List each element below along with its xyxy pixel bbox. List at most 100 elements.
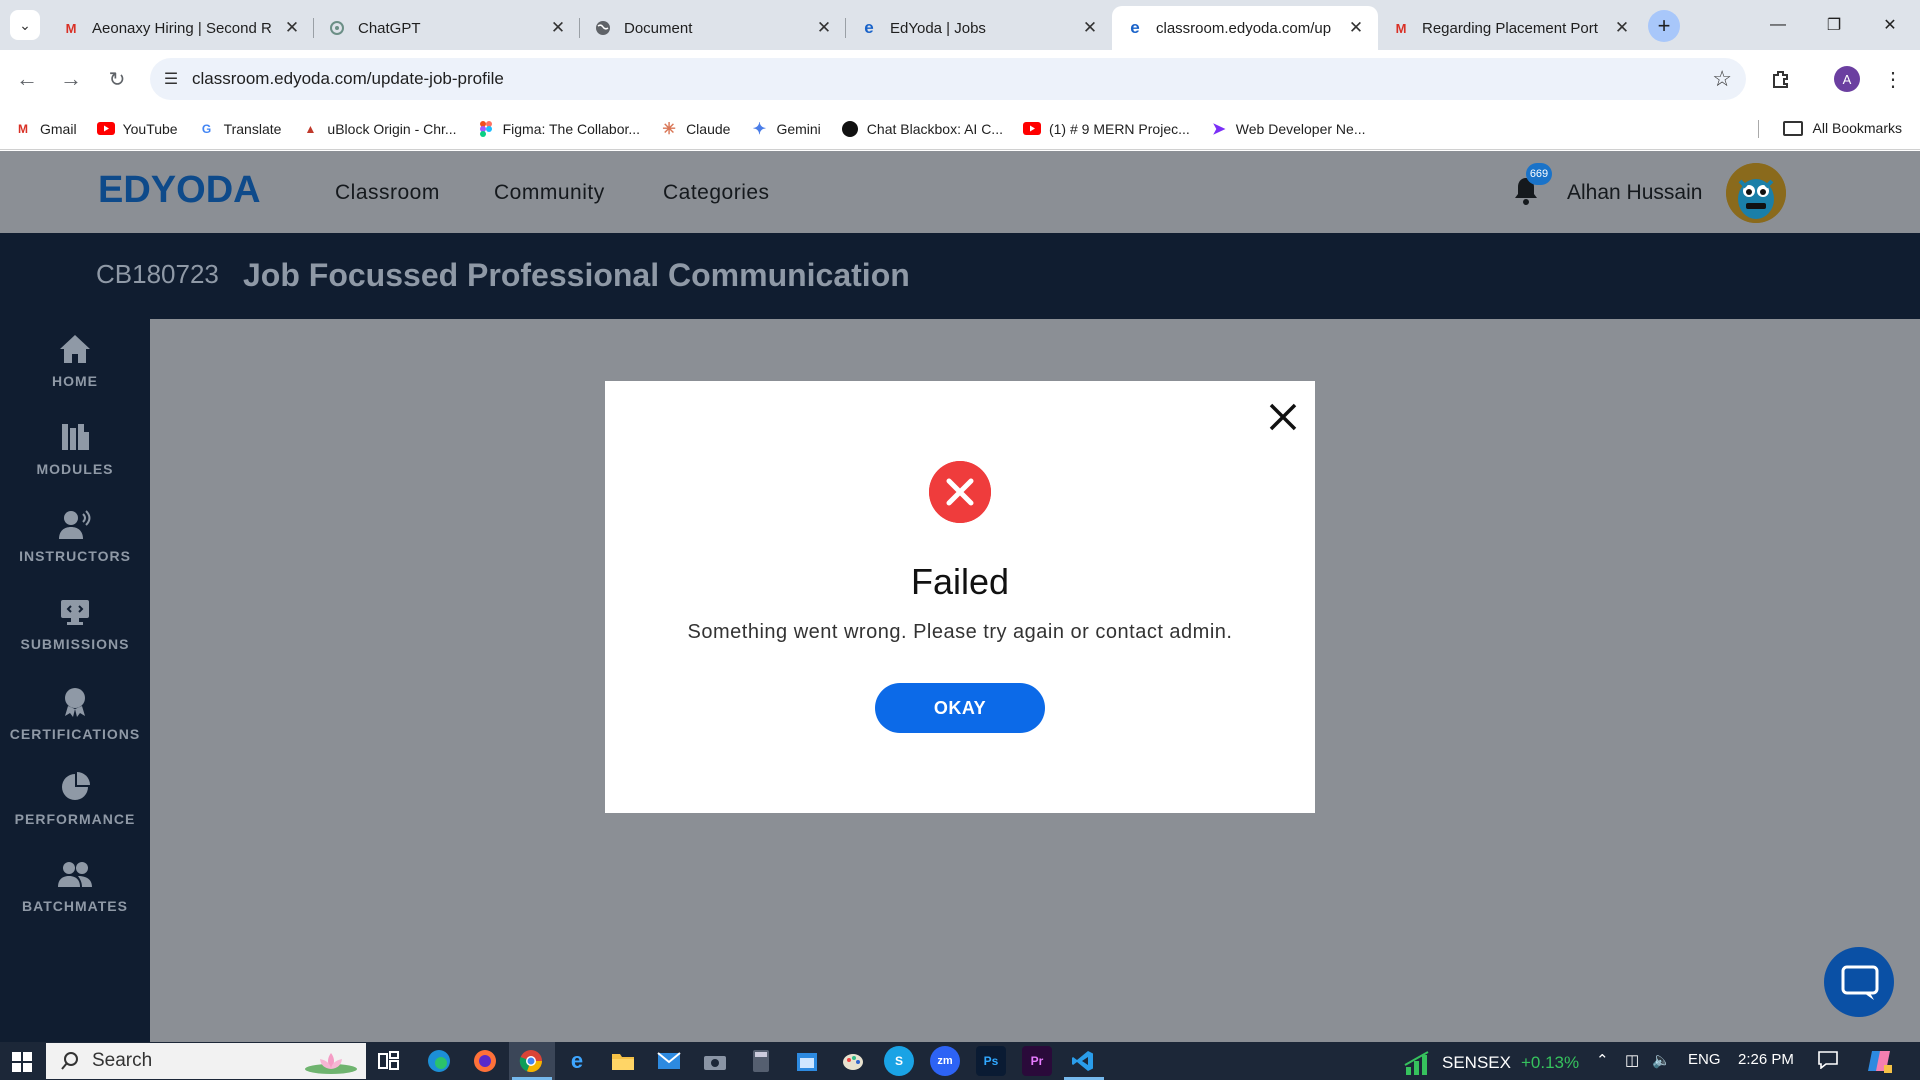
user-name[interactable]: Alhan Hussain [1567, 181, 1702, 205]
reload-icon[interactable]: ↻ [102, 64, 132, 94]
new-tab-button[interactable]: + [1648, 10, 1680, 42]
browser-tab[interactable]: e EdYoda | Jobs ✕ [846, 6, 1112, 50]
stock-ticker-widget[interactable]: SENSEX +0.13% [1404, 1051, 1579, 1075]
mail-icon[interactable] [654, 1046, 684, 1076]
bookmark-item[interactable]: ▲ uBlock Origin - Chr... [301, 121, 456, 137]
extensions-icon[interactable] [1766, 64, 1796, 94]
bookmark-item[interactable]: ✦ Gemini [750, 121, 821, 138]
folder-icon [1782, 120, 1803, 136]
sidebar-item-home[interactable]: HOME [0, 333, 150, 389]
taskbar-search[interactable]: Search [46, 1043, 366, 1079]
sidebar-item-certifications[interactable]: CERTIFICATIONS [0, 686, 150, 742]
copilot-icon[interactable] [1866, 1047, 1894, 1079]
okay-button[interactable]: OKAY [875, 683, 1045, 733]
site-logo[interactable]: EDYODA [98, 169, 261, 212]
windows-start-icon[interactable] [12, 1052, 32, 1072]
tray-chevron-icon[interactable]: ⌃ [1596, 1051, 1609, 1069]
calculator-icon[interactable] [746, 1046, 776, 1076]
bookmark-item[interactable]: Chat Blackbox: AI C... [841, 120, 1003, 137]
forward-arrow-icon[interactable]: → [56, 64, 86, 94]
profile-avatar[interactable]: A [1834, 66, 1860, 92]
bookmark-item[interactable]: G Translate [198, 121, 282, 137]
course-title: Job Focussed Professional Communication [243, 257, 910, 293]
menu-kebab-icon[interactable]: ⋮ [1878, 64, 1908, 94]
globe-icon [594, 19, 612, 37]
browser-tab-active[interactable]: e classroom.edyoda.com/up ✕ [1112, 6, 1378, 50]
nav-categories[interactable]: Categories [663, 181, 770, 205]
calendar-icon[interactable] [792, 1046, 822, 1076]
bookmark-label: (1) # 9 MERN Projec... [1048, 120, 1190, 137]
minimize-icon[interactable]: — [1750, 0, 1806, 50]
tab-close-icon[interactable]: ✕ [1346, 18, 1366, 38]
paint-icon[interactable] [838, 1046, 868, 1076]
nav-community[interactable]: Community [494, 181, 605, 205]
sidebar-item-performance[interactable]: PERFORMANCE [0, 771, 150, 827]
skype-icon[interactable]: S [884, 1046, 914, 1076]
address-bar[interactable]: ☰ classroom.edyoda.com/update-job-profil… [150, 58, 1746, 100]
photoshop-icon[interactable]: Ps [976, 1046, 1006, 1076]
bookmark-label: Translate [223, 120, 282, 137]
tab-close-icon[interactable]: ✕ [282, 18, 302, 38]
ie-icon[interactable]: e [562, 1046, 592, 1076]
clock-time[interactable]: 2:26 PM [1738, 1051, 1794, 1068]
course-header: CB180723 Job Focussed Professional Commu… [0, 233, 1920, 319]
browser-tab[interactable]: M Regarding Placement Port ✕ [1378, 6, 1644, 50]
battery-icon[interactable]: ◫ [1625, 1051, 1639, 1069]
all-bookmarks-button[interactable]: All Bookmarks [1782, 120, 1902, 136]
edyoda-icon: e [864, 18, 874, 37]
ticker-name: SENSEX [1442, 1053, 1511, 1072]
edyoda-icon: e [1130, 18, 1140, 37]
sidebar-item-modules[interactable]: MODULES [0, 421, 150, 477]
bookmark-item[interactable]: M Gmail [14, 121, 77, 137]
browser-tab[interactable]: M Aeonaxy Hiring | Second R ✕ [48, 6, 314, 50]
tab-title: classroom.edyoda.com/up [1156, 19, 1332, 37]
vscode-icon[interactable] [1068, 1046, 1098, 1076]
bookmark-item[interactable]: YouTube [96, 121, 178, 137]
zoom-icon[interactable]: zm [930, 1046, 960, 1076]
bookmark-star-icon[interactable]: ☆ [1712, 66, 1732, 92]
site-settings-icon[interactable]: ☰ [150, 69, 192, 89]
browser-tab[interactable]: ChatGPT ✕ [314, 6, 580, 50]
edge-icon[interactable] [424, 1046, 454, 1076]
search-placeholder: Search [92, 1050, 153, 1071]
bookmark-item[interactable]: ➤ Web Developer Ne... [1210, 120, 1366, 138]
chrome-icon[interactable] [516, 1046, 546, 1076]
sidebar-item-instructors[interactable]: INSTRUCTORS [0, 508, 150, 564]
sidebar-item-submissions[interactable]: SUBMISSIONS [0, 596, 150, 652]
volume-icon[interactable]: 🔈 [1652, 1051, 1671, 1069]
task-view-icon[interactable] [374, 1046, 404, 1076]
gmail-icon: M [18, 121, 28, 136]
sidebar-label: BATCHMATES [22, 898, 128, 914]
bookmark-item[interactable]: Figma: The Collabor... [477, 120, 640, 137]
sidebar-item-batchmates[interactable]: BATCHMATES [0, 858, 150, 914]
modules-icon [57, 421, 93, 453]
gmail-icon: M [65, 20, 77, 36]
language-indicator[interactable]: ENG [1688, 1051, 1721, 1068]
tab-search-dropdown-icon[interactable]: ⌄ [10, 10, 40, 40]
tab-close-icon[interactable]: ✕ [548, 18, 568, 38]
camera-icon[interactable] [700, 1046, 730, 1076]
tab-close-icon[interactable]: ✕ [1080, 18, 1100, 38]
url-text[interactable]: classroom.edyoda.com/update-job-profile [192, 69, 504, 89]
firefox-icon[interactable] [470, 1046, 500, 1076]
bookmark-item[interactable]: ✳ Claude [660, 121, 730, 138]
close-icon[interactable] [1265, 399, 1301, 435]
nav-classroom[interactable]: Classroom [335, 181, 440, 205]
window-close-icon[interactable]: ✕ [1862, 0, 1918, 50]
dialog-message: Something went wrong. Please try again o… [687, 621, 1233, 643]
tab-title: ChatGPT [358, 19, 421, 37]
bookmark-item[interactable]: (1) # 9 MERN Projec... [1022, 120, 1190, 137]
tab-title: EdYoda | Jobs [890, 19, 986, 37]
chat-support-button[interactable] [1824, 947, 1894, 1017]
file-explorer-icon[interactable] [608, 1046, 638, 1076]
browser-tab[interactable]: Document ✕ [580, 6, 846, 50]
user-avatar[interactable] [1726, 163, 1786, 223]
tab-close-icon[interactable]: ✕ [1612, 18, 1632, 38]
back-arrow-icon[interactable]: ← [12, 64, 42, 94]
bookmark-label: Chat Blackbox: AI C... [866, 120, 1003, 137]
premiere-icon[interactable]: Pr [1022, 1046, 1052, 1076]
bookmark-label: Web Developer Ne... [1235, 120, 1366, 137]
tab-close-icon[interactable]: ✕ [814, 18, 834, 38]
notifications-icon[interactable] [1818, 1051, 1838, 1073]
restore-icon[interactable]: ❐ [1806, 0, 1862, 50]
